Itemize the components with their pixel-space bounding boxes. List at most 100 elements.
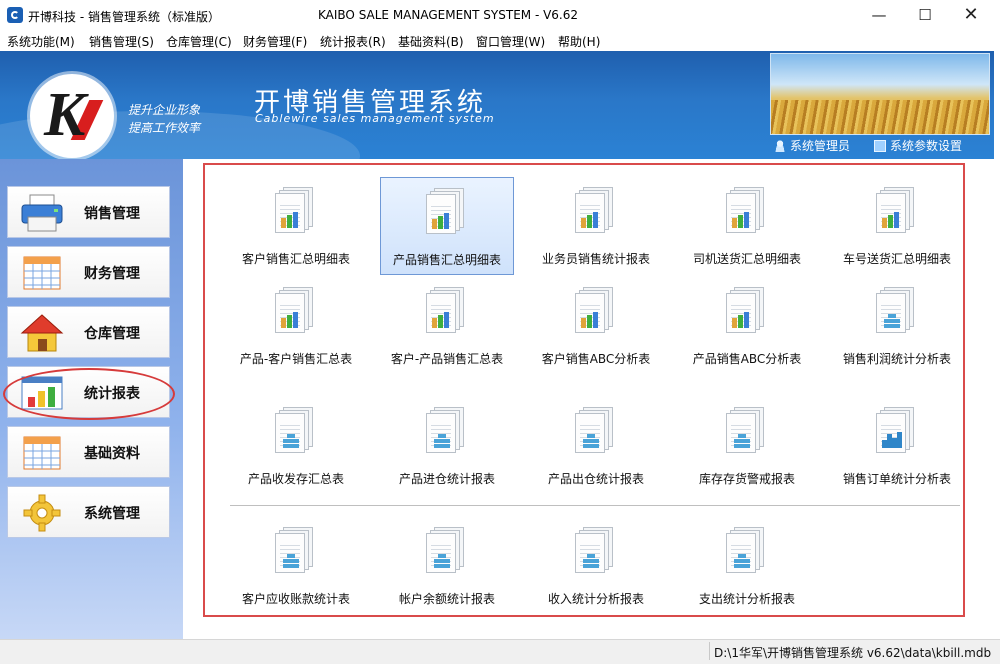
report-label: 业务员销售统计报表 <box>541 252 650 266</box>
report-tile[interactable]: 客户-产品销售汇总表 <box>380 277 514 375</box>
menu-window[interactable]: 窗口管理(W) <box>476 33 545 50</box>
color-bar-report-icon <box>275 187 313 233</box>
blue-grid-report-icon <box>426 407 464 453</box>
sidebar-item-sales[interactable]: 销售管理 <box>7 186 170 238</box>
printer-icon <box>21 194 63 232</box>
grid-table-icon <box>23 436 61 470</box>
blue-grid-report-icon <box>726 527 764 573</box>
system-subtitle: Cablewire sales management system <box>255 112 495 125</box>
menu-bar: 系统功能(M) 销售管理(S) 仓库管理(C) 财务管理(F) 统计报表(R) … <box>0 31 1000 51</box>
color-bar-report-icon <box>426 287 464 333</box>
company-logo: K <box>30 74 114 158</box>
sidebar-label-sales: 销售管理 <box>84 206 140 222</box>
user-label: 系统管理员 <box>790 139 851 153</box>
monitor-icon <box>874 140 886 152</box>
report-label: 帐户余额统计报表 <box>398 592 495 606</box>
sidebar-label-system: 系统管理 <box>84 506 140 522</box>
menu-reports[interactable]: 统计报表(R) <box>320 33 386 50</box>
report-label: 销售利润统计分析表 <box>842 352 951 366</box>
status-separator <box>709 642 710 660</box>
wheat-field <box>771 100 989 134</box>
report-tile[interactable]: 销售利润统计分析表 <box>830 277 964 375</box>
window-title-center: KAIBO SALE MANAGEMENT SYSTEM - V6.62 <box>318 8 579 22</box>
color-bar-report-icon <box>575 187 613 233</box>
calendar-table-icon <box>23 256 61 290</box>
report-tile[interactable]: 支出统计分析报表 <box>680 517 814 615</box>
sidebar-item-basic-data[interactable]: 基础资料 <box>7 426 170 478</box>
blue-grid-report-icon <box>575 527 613 573</box>
report-tile[interactable]: 产品出仓统计报表 <box>529 397 663 495</box>
blue-grid-report-icon <box>726 407 764 453</box>
report-label: 客户-产品销售汇总表 <box>390 352 504 366</box>
report-tile[interactable]: 产品收发存汇总表 <box>229 397 363 495</box>
user-link[interactable]: 系统管理员 <box>774 137 850 154</box>
color-bar-report-icon <box>275 287 313 333</box>
report-label: 产品进仓统计报表 <box>398 472 495 486</box>
color-bar-report-icon <box>726 287 764 333</box>
color-bar-report-icon <box>575 287 613 333</box>
settings-link[interactable]: 系统参数设置 <box>874 137 962 154</box>
settings-label: 系统参数设置 <box>890 139 963 153</box>
app-icon <box>7 7 23 23</box>
color-bar-report-icon <box>426 188 464 234</box>
minimize-button[interactable]: — <box>856 0 902 31</box>
reports-highlight-circle <box>3 368 175 420</box>
report-label: 客户销售ABC分析表 <box>541 352 651 366</box>
house-icon <box>20 314 64 352</box>
slogan-line-2: 提高工作效率 <box>128 121 201 135</box>
report-tile[interactable]: 帐户余额统计报表 <box>380 517 514 615</box>
report-tile[interactable]: 客户销售ABC分析表 <box>529 277 663 375</box>
slogan-line-1: 提升企业形象 <box>128 103 201 117</box>
blue-grid-report-icon <box>275 527 313 573</box>
report-label: 客户应收账款统计表 <box>241 592 350 606</box>
report-label: 支出统计分析报表 <box>698 592 795 606</box>
report-tile[interactable]: 客户应收账款统计表 <box>229 517 363 615</box>
menu-sales[interactable]: 销售管理(S) <box>89 33 154 50</box>
report-label: 销售订单统计分析表 <box>842 472 951 486</box>
report-tile[interactable]: 收入统计分析报表 <box>529 517 663 615</box>
menu-basic-data[interactable]: 基础资料(B) <box>398 33 464 50</box>
report-tile[interactable]: 司机送货汇总明细表 <box>680 177 814 275</box>
database-path: D:\1华军\开博销售管理系统 v6.62\data\kbill.mdb <box>714 646 992 660</box>
wheat-field-image <box>770 53 990 135</box>
report-tile[interactable]: 产品销售ABC分析表 <box>680 277 814 375</box>
section-divider <box>230 505 960 506</box>
menu-finance[interactable]: 财务管理(F) <box>243 33 307 50</box>
report-tile[interactable]: 车号送货汇总明细表 <box>830 177 964 275</box>
window-title: 开博科技 - 销售管理系统（标准版） <box>28 10 220 24</box>
sidebar-item-finance[interactable]: 财务管理 <box>7 246 170 298</box>
report-label: 产品销售ABC分析表 <box>692 352 802 366</box>
report-tile[interactable]: 销售订单统计分析表 <box>830 397 964 495</box>
report-tile[interactable]: 库存存货警戒报表 <box>680 397 814 495</box>
report-label: 产品销售汇总明细表 <box>392 253 501 267</box>
menu-system[interactable]: 系统功能(M) <box>7 33 75 50</box>
menu-help[interactable]: 帮助(H) <box>558 33 600 50</box>
blue-grid-report-icon <box>876 287 914 333</box>
menu-warehouse[interactable]: 仓库管理(C) <box>166 33 232 50</box>
blue-grid-report-icon <box>426 527 464 573</box>
user-icon <box>774 140 786 152</box>
report-label: 产品出仓统计报表 <box>547 472 644 486</box>
maximize-button[interactable]: ☐ <box>902 0 948 31</box>
report-label: 产品-客户销售汇总表 <box>239 352 353 366</box>
blue-grid-report-icon <box>575 407 613 453</box>
report-label: 库存存货警戒报表 <box>698 472 795 486</box>
report-label: 司机送货汇总明细表 <box>692 252 801 266</box>
sidebar-item-warehouse[interactable]: 仓库管理 <box>7 306 170 358</box>
report-tile[interactable]: 业务员销售统计报表 <box>529 177 663 275</box>
color-bar-report-icon <box>726 187 764 233</box>
report-tile[interactable]: 产品进仓统计报表 <box>380 397 514 495</box>
sidebar-label-basic-data: 基础资料 <box>84 446 140 462</box>
close-button[interactable]: ✕ <box>948 0 994 31</box>
report-tile[interactable]: 产品-客户销售汇总表 <box>229 277 363 375</box>
blue-bar-report-icon <box>876 407 914 453</box>
sidebar-item-system[interactable]: 系统管理 <box>7 486 170 538</box>
color-bar-report-icon <box>876 187 914 233</box>
sidebar-label-warehouse: 仓库管理 <box>84 326 140 342</box>
logo-letter: K <box>44 81 86 149</box>
report-tile[interactable]: 产品销售汇总明细表 <box>380 177 514 275</box>
gear-icon <box>23 494 61 532</box>
report-label: 产品收发存汇总表 <box>247 472 344 486</box>
report-tile[interactable]: 客户销售汇总明细表 <box>229 177 363 275</box>
status-bar: D:\1华军\开博销售管理系统 v6.62\data\kbill.mdb <box>0 639 1000 664</box>
